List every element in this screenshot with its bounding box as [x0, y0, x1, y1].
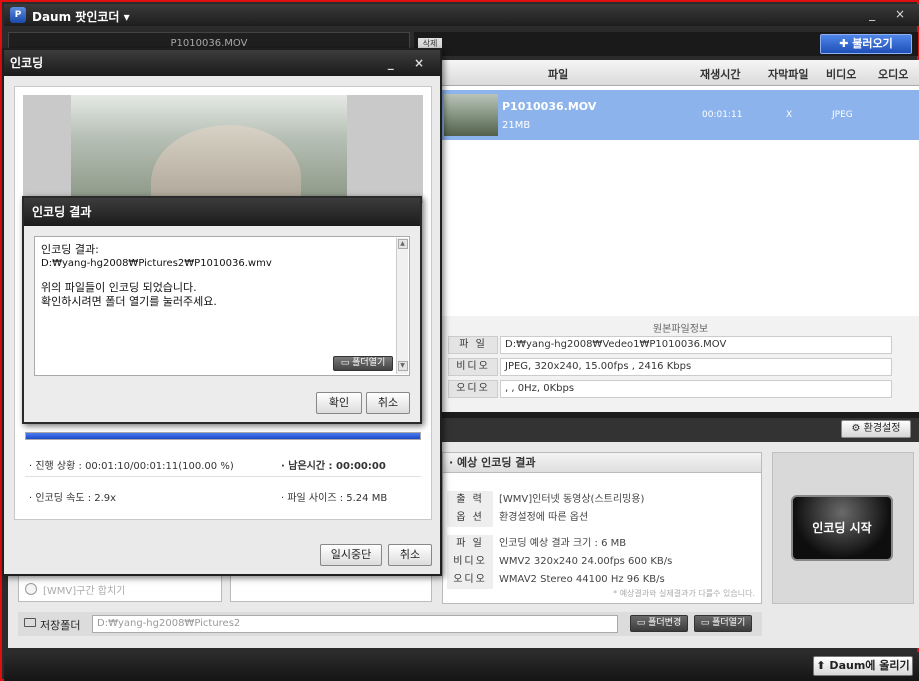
merge-option-box: [WMV]구간 합치기 [18, 574, 222, 602]
scroll-up-icon[interactable]: ▲ [397, 239, 408, 249]
app-logo-icon: P [10, 7, 26, 23]
open-folder-button[interactable]: ▭ 폴더열기 [694, 615, 752, 632]
expected-result-title: · 예상 인코딩 결과 [443, 453, 761, 473]
original-file-info: 원본파일정보 파 일 D:₩yang-hg2008₩Vedeo1₩P101003… [442, 316, 919, 412]
file-list: P1010036.MOV 21MB 00:01:11 X JPEG [442, 86, 919, 316]
file-subtitle: X [786, 110, 793, 120]
col-video[interactable]: 비디오 [826, 66, 856, 82]
file-list-header: 파일 재생시간 자막파일 비디오 오디오 [442, 60, 919, 86]
result-path: D:₩yang-hg2008₩Pictures2₩P1010036.wmv [41, 258, 272, 269]
start-encoding-button[interactable]: 인코딩 시작 [791, 495, 893, 561]
settings-band: ⚙ 환경설정 [442, 418, 919, 442]
preview-rock [151, 125, 301, 203]
ok-button[interactable]: 확인 [316, 392, 362, 414]
progress-bar [25, 432, 421, 440]
exp-label: 비디오 [447, 553, 493, 571]
change-folder-button[interactable]: ▭ 폴더변경 [630, 615, 688, 632]
exp-value: WMV2 320x240 24.00fps 600 KB/s [499, 556, 673, 567]
scrollbar[interactable]: ▲ ▼ [396, 238, 408, 374]
col-file[interactable]: 파일 [548, 66, 568, 82]
save-folder-row: 저장폴더 D:₩yang-hg2008₩Pictures2 ▭ 폴더변경 ▭ 폴… [18, 612, 762, 636]
merge-radio[interactable] [25, 583, 37, 595]
encoding-cancel-button[interactable]: 취소 [388, 544, 432, 566]
exp-row-file: 파 일 인코딩 예상 결과 크기 : 6 MB [447, 535, 757, 553]
exp-value: WMAV2 Stereo 44100 Hz 96 KB/s [499, 574, 665, 585]
merge-option-label: [WMV]구간 합치기 [43, 586, 126, 597]
save-path-input[interactable]: D:₩yang-hg2008₩Pictures2 [92, 615, 618, 633]
video-thumbnail [444, 94, 498, 136]
pause-button[interactable]: 일시중단 [320, 544, 382, 566]
exp-row-output: 출 력 [WMV]인터넷 동영상(스트리밍용) [447, 491, 757, 509]
expected-result-panel: · 예상 인코딩 결과 출 력 [WMV]인터넷 동영상(스트리밍용) 옵 션 … [442, 452, 762, 604]
window-controls[interactable]: _ × [869, 7, 913, 21]
upload-daum-button[interactable]: ⬆ Daum에 올리기 [813, 656, 913, 676]
encoding-speed: · 인코딩 속도 : 2.9x [29, 493, 117, 504]
video-frame [71, 95, 347, 203]
file-size-status: · 파일 사이즈 : 5.24 MB [281, 493, 388, 504]
file-name: P1010036.MOV [502, 100, 597, 113]
result-cancel-button[interactable]: 취소 [366, 392, 410, 414]
exp-value: 인코딩 예상 결과 크기 : 6 MB [499, 538, 627, 549]
exp-row-audio: 오디오 WMAV2 Stereo 44100 Hz 96 KB/s [447, 571, 757, 589]
status-line-2: · 인코딩 속도 : 2.9x · 파일 사이즈 : 5.24 MB [25, 481, 421, 509]
dialog-title-text: 인코딩 [10, 56, 44, 70]
scroll-down-icon[interactable]: ▼ [397, 361, 408, 371]
save-folder-label: 저장폴더 [40, 619, 81, 632]
table-row[interactable]: P1010036.MOV 21MB 00:01:11 X JPEG [442, 90, 919, 140]
info-row-video: 비디오 JPEG, 320x240, 15.00fps , 2416 Kbps [448, 358, 892, 376]
col-subtitle[interactable]: 자막파일 [768, 66, 808, 82]
app-window: P Daum 팟인코더 ▾ _ × P1010036.MOV 삭제 ✚ 불러오기… [0, 0, 919, 681]
original-info-title: 원본파일정보 [652, 324, 709, 335]
remaining-time: · 남은시간 : 00:00:00 [281, 461, 386, 472]
video-preview [23, 95, 423, 203]
result-message: 인코딩 결과: D:₩yang-hg2008₩Pictures2₩P101003… [41, 243, 391, 309]
status-line-1: · 진행 상황 : 00:01:10/00:01:11(100.00 %) · … [25, 449, 421, 477]
result-dialog-title: 인코딩 결과 [24, 198, 420, 226]
import-button[interactable]: ✚ 불러오기 [820, 34, 912, 54]
scroll-track[interactable] [397, 250, 408, 360]
exp-value: 환경설정에 따른 옵션 [499, 512, 589, 523]
info-value: , , 0Hz, 0Kbps [500, 380, 892, 398]
dialog-controls[interactable]: _ × [388, 50, 432, 76]
exp-row-option: 옵 션 환경설정에 따른 옵션 [447, 509, 757, 527]
file-size: 21MB [502, 120, 531, 131]
info-label: 파 일 [448, 336, 498, 354]
progress-fill [26, 433, 420, 439]
info-row-audio: 오디오 , , 0Hz, 0Kbps [448, 380, 892, 398]
file-toolbar: 삭제 ✚ 불러오기 [414, 32, 918, 56]
info-label: 오디오 [448, 380, 498, 398]
exp-label: 옵 션 [447, 509, 493, 527]
result-text-area: 인코딩 결과: D:₩yang-hg2008₩Pictures2₩P101003… [34, 236, 410, 376]
result-open-folder-button[interactable]: ▭ 폴더열기 [333, 356, 393, 371]
exp-row-video: 비디오 WMV2 320x240 24.00fps 600 KB/s [447, 553, 757, 571]
folder-icon [24, 618, 36, 627]
exp-value: [WMV]인터넷 동영상(스트리밍용) [499, 494, 645, 505]
exp-label: 출 력 [447, 491, 493, 509]
info-value: JPEG, 320x240, 15.00fps , 2416 Kbps [500, 358, 892, 376]
file-video: JPEG [832, 110, 853, 120]
app-title-menu[interactable]: Daum 팟인코더 ▾ [32, 8, 130, 25]
info-row-file: 파 일 D:₩yang-hg2008₩Vedeo1₩P1010036.MOV [448, 336, 892, 354]
start-panel: 인코딩 시작 [772, 452, 914, 604]
col-audio[interactable]: 오디오 [878, 66, 908, 82]
settings-button[interactable]: ⚙ 환경설정 [841, 420, 911, 438]
expected-note: * 예상결과와 실제결과가 다를수 있습니다. [613, 589, 755, 598]
encoding-dialog-title: 인코딩 _ × [4, 50, 440, 76]
options-box [230, 574, 432, 602]
file-duration: 00:01:11 [702, 110, 743, 120]
title-bar: P Daum 팟인코더 ▾ _ × [4, 4, 919, 26]
exp-label: 파 일 [447, 535, 493, 553]
progress-status: · 진행 상황 : 00:01:10/00:01:11(100.00 %) [29, 461, 234, 472]
col-duration[interactable]: 재생시간 [700, 66, 740, 82]
result-line: 확인하시려면 폴더 열기를 눌러주세요. [41, 295, 217, 308]
exp-label: 오디오 [447, 571, 493, 589]
info-value: D:₩yang-hg2008₩Vedeo1₩P1010036.MOV [500, 336, 892, 354]
info-label: 비디오 [448, 358, 498, 376]
result-line: 위의 파일들이 인코딩 되었습니다. [41, 281, 197, 294]
result-line: 인코딩 결과: [41, 243, 99, 256]
result-dialog: 인코딩 결과 인코딩 결과: D:₩yang-hg2008₩Pictures2₩… [22, 196, 422, 424]
status-bar: ⬆ Daum에 올리기 [4, 652, 919, 681]
